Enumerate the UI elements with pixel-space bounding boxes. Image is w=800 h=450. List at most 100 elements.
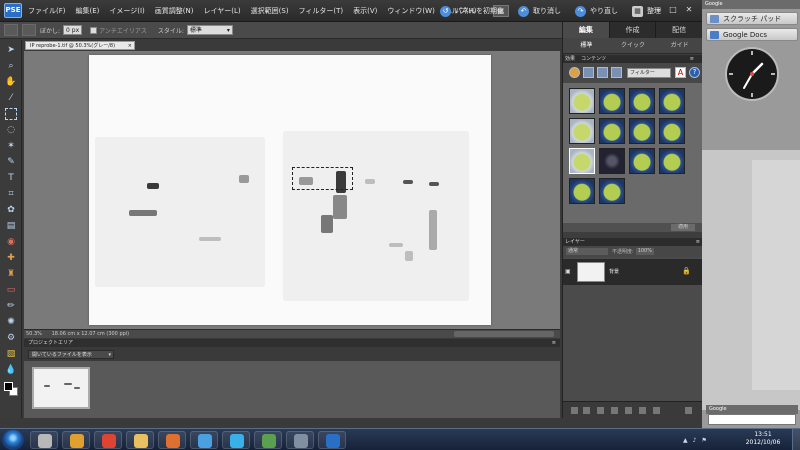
taskbar-button-itunes[interactable] [190, 431, 218, 449]
healing-brush-tool-icon[interactable]: ✚ [5, 252, 17, 264]
menu-edit[interactable]: 編集(E) [76, 6, 100, 16]
lock-icon[interactable]: 🔒 [682, 267, 691, 275]
menu-file[interactable]: ファイル(F) [28, 6, 66, 16]
taskbar-button-presentation[interactable] [158, 431, 186, 449]
effects-category-select[interactable]: フィルター [627, 68, 671, 78]
link-layers-icon[interactable] [611, 407, 618, 414]
taskbar-button-skype[interactable] [222, 431, 250, 449]
taskbar-button-photoshop-elements[interactable] [318, 431, 346, 449]
effect-thumbnail[interactable] [659, 118, 685, 144]
blur-tool-icon[interactable]: 💧 [5, 364, 17, 376]
red-eye-tool-icon[interactable]: ◉ [5, 236, 17, 248]
style-select[interactable]: 標準 ▾ [186, 25, 233, 35]
effects-tab[interactable]: 効果 [565, 55, 575, 63]
lock-all-icon[interactable] [639, 407, 646, 414]
effect-thumbnail[interactable] [599, 118, 625, 144]
smart-brush-tool-icon[interactable]: ⚙ [5, 332, 17, 344]
menu-icon[interactable]: ≡ [690, 55, 694, 63]
scratch-pad-gadget[interactable]: スクラッチ パッド [706, 12, 798, 25]
straighten-tool-icon[interactable]: ▤ [5, 220, 17, 232]
visibility-icon[interactable]: ▣ [565, 268, 572, 275]
selection-brush-tool-icon[interactable]: ✎ [5, 156, 17, 168]
filters-icon[interactable] [569, 67, 580, 78]
reset-panels-button[interactable]: ↺ パネルを初期化 [440, 5, 504, 17]
marquee-selection[interactable] [292, 167, 353, 190]
menu-view[interactable]: 表示(V) [353, 6, 377, 16]
app-logo[interactable]: PSE [4, 3, 22, 18]
taskbar-button-chrome[interactable] [94, 431, 122, 449]
horizontal-scrollbar[interactable] [454, 331, 554, 337]
undo-button[interactable]: ↶ 取り消し [518, 5, 561, 17]
effect-thumbnail[interactable] [599, 178, 625, 204]
effect-thumbnail[interactable] [659, 88, 685, 114]
redo-button[interactable]: ↷ やり直し [575, 5, 618, 17]
start-button[interactable] [2, 430, 24, 450]
show-desktop-button[interactable] [792, 429, 800, 450]
maximize-button[interactable]: □ [666, 4, 680, 16]
project-bin-thumbnail[interactable] [32, 367, 90, 409]
effect-thumbnail[interactable] [569, 118, 595, 144]
brush-icon[interactable] [597, 407, 604, 414]
effect-thumbnail[interactable] [629, 118, 655, 144]
tray-expand-icon[interactable]: ▲ [683, 437, 688, 444]
close-icon[interactable]: × [128, 42, 132, 49]
menu-window[interactable]: ウィンドウ(W) [387, 6, 434, 16]
menu-image[interactable]: イメージ(I) [109, 6, 144, 16]
subtab-full[interactable]: 標準 [563, 38, 610, 53]
close-button[interactable]: ✕ [682, 4, 696, 16]
project-bin-filter-select[interactable]: 開いているファイルを表示 ▾ [28, 350, 114, 359]
menu-icon[interactable]: ≡ [696, 238, 700, 246]
new-layer-icon[interactable] [571, 407, 578, 414]
new-adjustment-layer-icon[interactable] [583, 407, 590, 414]
taskbar-button-media-player[interactable] [62, 431, 90, 449]
menu-layer[interactable]: レイヤー(L) [203, 6, 240, 16]
hand-tool-icon[interactable]: ✋ [5, 76, 17, 88]
menu-filter[interactable]: フィルター(T) [299, 6, 344, 16]
trash-icon[interactable] [685, 407, 692, 414]
marquee-tool-icon[interactable] [5, 108, 17, 120]
eyedropper-tool-icon[interactable]: ⁄ [5, 92, 17, 104]
taskbar-button-globe[interactable] [254, 431, 282, 449]
paint-bucket-tool-icon[interactable]: ▧ [5, 348, 17, 360]
move-tool-icon[interactable]: ➤ [5, 44, 17, 56]
opacity-field[interactable]: 100% [635, 248, 654, 255]
minimize-button[interactable]: — [650, 4, 664, 16]
subtab-guided[interactable]: ガイド [656, 38, 703, 53]
taskbar-button-explorer[interactable] [30, 431, 58, 449]
tab-share[interactable]: 配信 [656, 22, 704, 38]
clock-gadget[interactable] [724, 46, 780, 102]
lock-transparency-icon[interactable] [625, 407, 632, 414]
layer-style-icon[interactable] [653, 407, 660, 414]
effect-thumbnail[interactable] [599, 88, 625, 114]
zoom-tool-icon[interactable]: ⌕ [5, 60, 17, 72]
tab-create[interactable]: 作成 [609, 22, 657, 38]
effect-thumbnail[interactable] [629, 88, 655, 114]
foreground-color-swatch[interactable] [4, 382, 13, 391]
subtab-quick[interactable]: クイック [610, 38, 657, 53]
photo-effects-icon[interactable] [597, 67, 608, 78]
text-style-icon[interactable]: A [675, 67, 686, 78]
volume-icon[interactable]: ♪ [693, 437, 697, 444]
effect-thumbnail[interactable] [569, 148, 595, 174]
content-tab[interactable]: コンテンツ [581, 55, 606, 63]
all-effects-icon[interactable] [611, 67, 622, 78]
menu-icon[interactable]: ≡ [552, 339, 556, 347]
effect-thumbnail[interactable] [569, 178, 595, 204]
crop-tool-icon[interactable]: ⌗ [5, 188, 17, 200]
clone-stamp-tool-icon[interactable]: ♜ [5, 268, 17, 280]
document-image[interactable] [89, 55, 491, 325]
blend-mode-select[interactable]: 通常 [566, 248, 608, 255]
type-tool-icon[interactable]: T [5, 172, 17, 184]
google-docs-gadget[interactable]: Google Docs [706, 28, 798, 41]
magic-wand-tool-icon[interactable]: ✶ [5, 140, 17, 152]
effect-thumbnail[interactable] [599, 148, 625, 174]
zoom-level[interactable]: 50.3% [26, 330, 50, 339]
layer-row[interactable]: ▣ 背景 🔒 [563, 259, 703, 285]
taskbar-button-folder[interactable] [126, 431, 154, 449]
action-center-icon[interactable]: ⚑ [701, 437, 706, 444]
layer-styles-icon[interactable] [583, 67, 594, 78]
feather-input[interactable]: 0 px [63, 25, 83, 35]
search-input[interactable] [708, 414, 796, 425]
brush-tool-icon[interactable]: ✺ [5, 316, 17, 328]
document-tab[interactable]: IP reprobe-1.tif @ 50.3%(グレー/8) × [25, 41, 135, 50]
